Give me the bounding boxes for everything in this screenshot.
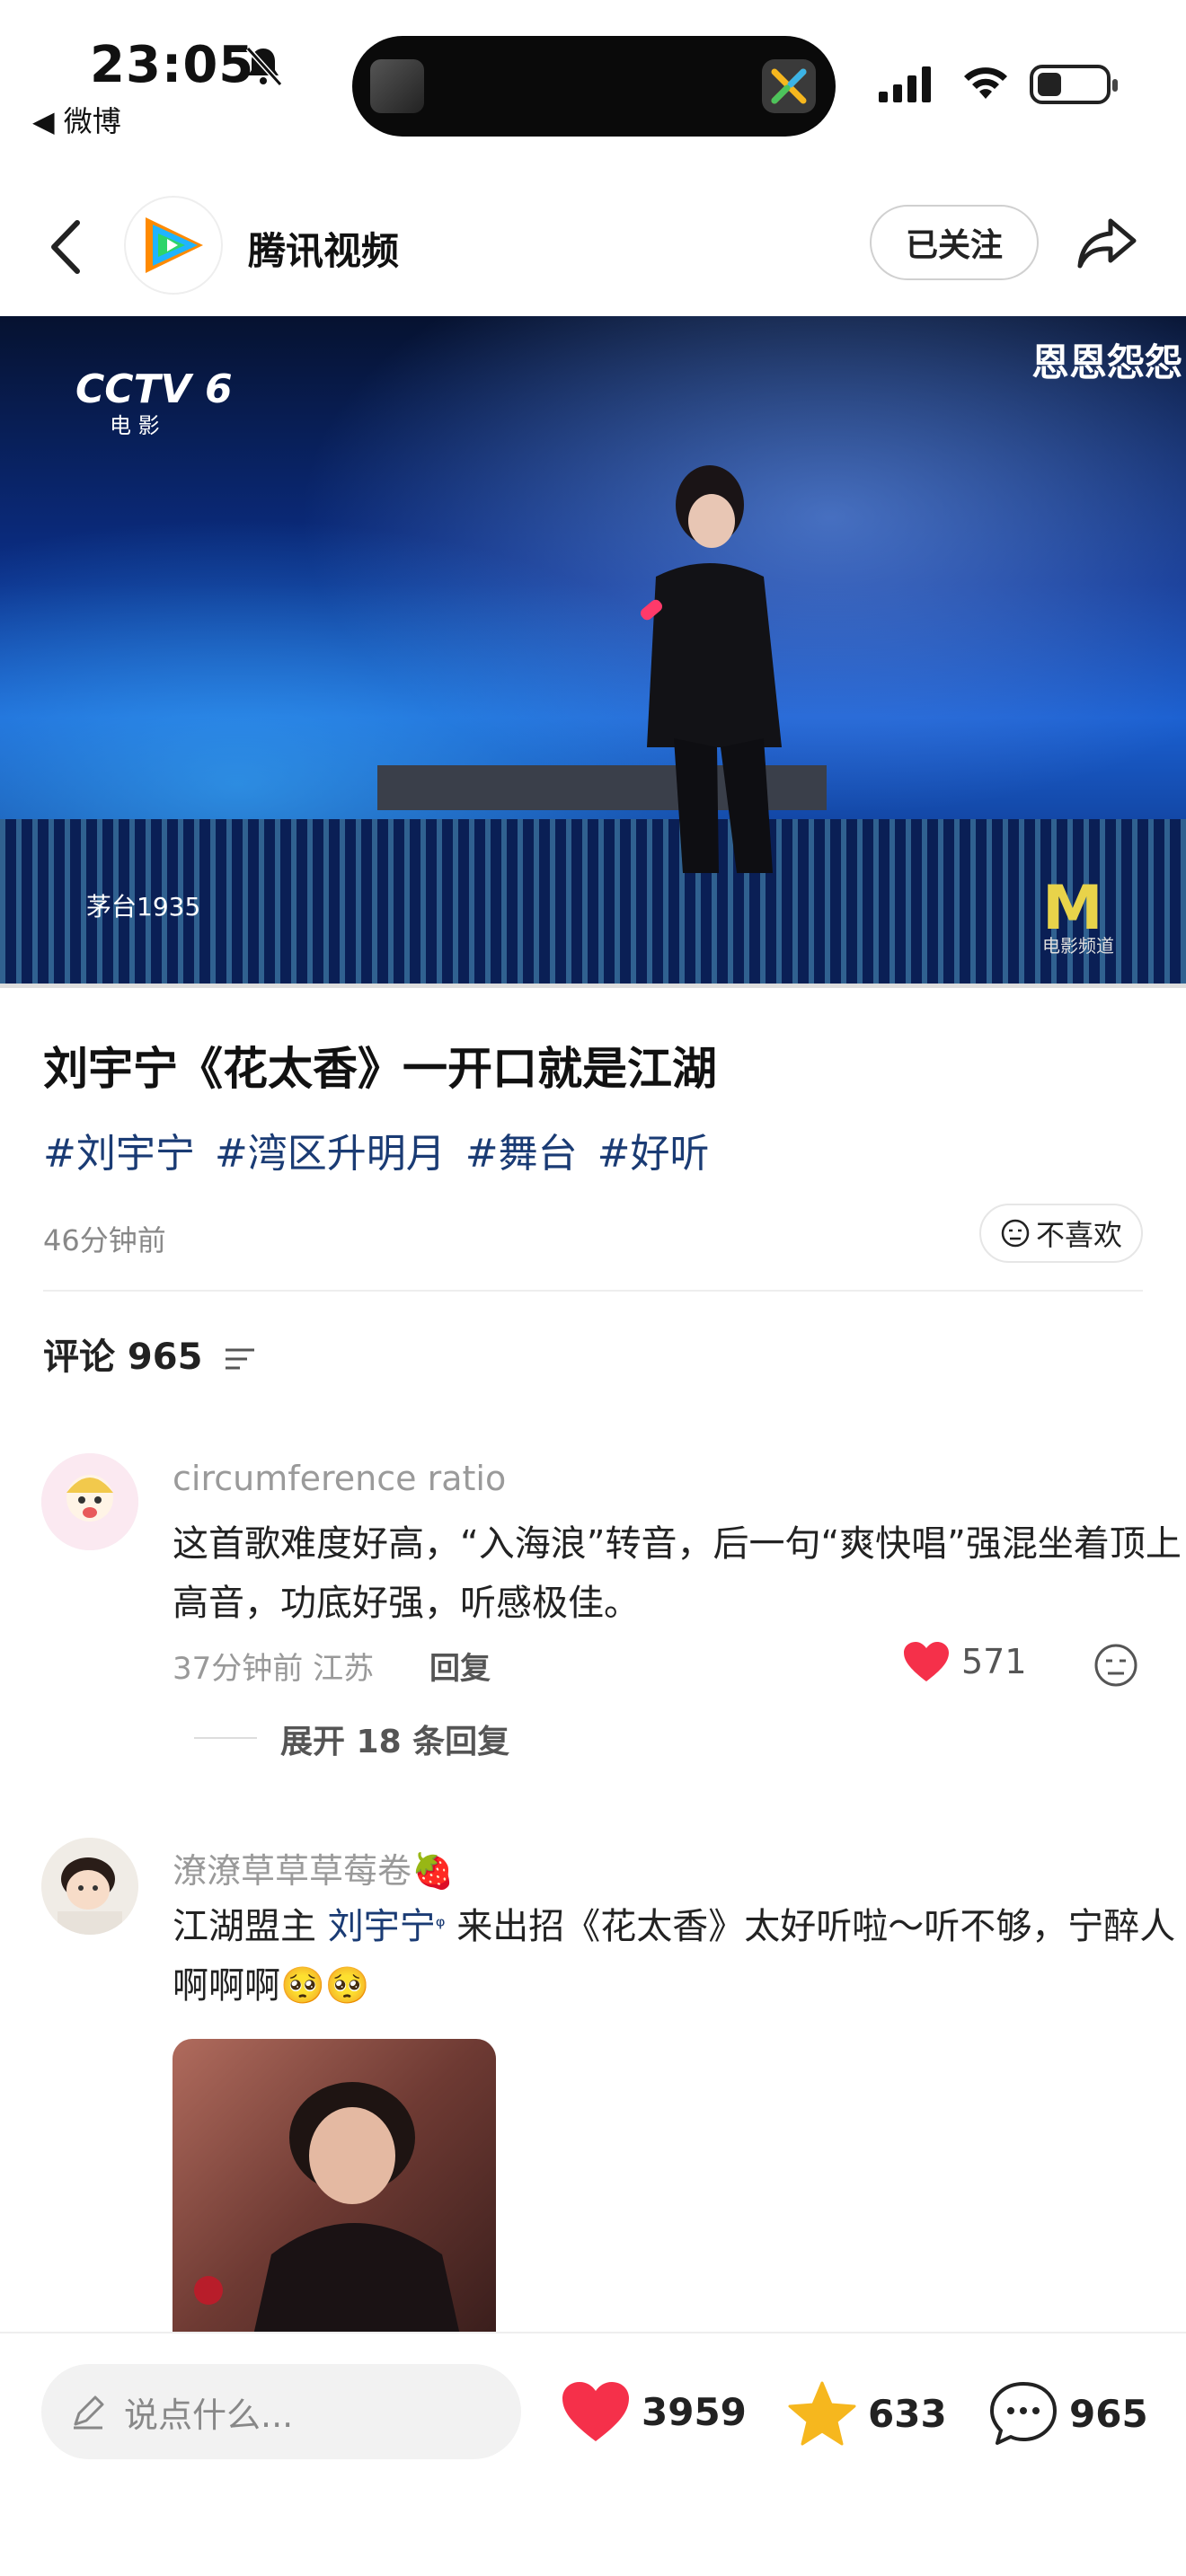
dislike-label: 不喜欢 (1035, 1218, 1122, 1252)
like-count: 571 (961, 1642, 1027, 1681)
hashtag[interactable]: #好听 (597, 1131, 710, 1177)
meh-face-icon[interactable] (1093, 1642, 1139, 1689)
clock: 23:05 (90, 36, 255, 94)
video-player[interactable]: CCTV 6 电 影 恩恩怨怨 茅台1935 M 电影频道 (0, 316, 1186, 985)
search-icon: ᵠ (435, 1913, 446, 1940)
top-nav: 腾讯视频 已关注 (0, 180, 1186, 314)
favorite-button[interactable]: 633 (787, 2380, 947, 2447)
comment-bubble-icon (990, 2382, 1057, 2445)
cellular-signal-icon (879, 66, 931, 102)
sort-icon[interactable] (224, 1345, 256, 1372)
comments-header: 评论 965 (43, 1328, 256, 1380)
like-button[interactable]: 3959 (561, 2380, 747, 2443)
heart-icon (562, 2382, 629, 2441)
comment-image[interactable] (173, 2039, 496, 2335)
divider (43, 1290, 1143, 1292)
hashtag-list: #刘宇宁 #湾区升明月 #舞台 #好听 (43, 1121, 730, 1178)
star-icon (788, 2381, 856, 2446)
tencent-video-logo[interactable] (126, 198, 221, 293)
comment-text: 江湖盟主 刘宇宁ᵠ 来出招《花太香》太好听啦～听不够，宁醉人啊啊啊🥺🥺 (173, 1897, 1186, 2016)
comment-text-part: 江湖盟主 (173, 1906, 316, 1947)
comment-input[interactable]: 说点什么... (41, 2364, 521, 2459)
comment-meta: 37分钟前 江苏 (173, 1651, 375, 1687)
heart-icon (904, 1642, 949, 1681)
status-bar: 23:05 ◀ 微博 (0, 0, 1186, 153)
dynamic-island[interactable] (352, 36, 836, 137)
mute-bell-icon (245, 46, 283, 87)
comment-text: 这首歌难度好高，“入海浪”转音，后一句“爽快唱”强混坐着顶上高音，功底好强，听感… (173, 1523, 1182, 1624)
hashtag[interactable]: #舞台 (465, 1131, 578, 1177)
singer-figure (640, 465, 782, 873)
reply-button[interactable]: 回复 (429, 1644, 491, 1688)
pencil-icon (74, 2395, 104, 2430)
post-title: 刘宇宁《花太香》一开口就是江湖 (43, 1043, 717, 1095)
favorite-count: 633 (868, 2391, 947, 2436)
movie-channel-sub: 电影频道 (1042, 935, 1114, 957)
mention-link[interactable]: 刘宇宁 (328, 1906, 436, 1947)
comment-placeholder: 说点什么... (124, 2395, 294, 2435)
back-chevron-icon[interactable] (45, 216, 90, 278)
sponsor-logo: 茅台1935 (86, 892, 201, 922)
video-caption: 恩恩怨怨 (1031, 340, 1182, 384)
wifi-icon (964, 67, 1007, 99)
post-time: 46分钟前 (43, 1223, 166, 1257)
comment-text-part: 来出招《花太香》太好听啦～听不够，宁醉人啊啊啊🥺🥺 (173, 1906, 1176, 2007)
cctv-sub: 电 影 (110, 413, 160, 438)
video-progress-bar[interactable] (0, 984, 1186, 988)
share-icon[interactable] (1075, 216, 1139, 273)
expand-divider (194, 1737, 257, 1739)
follow-button[interactable]: 已关注 (870, 205, 1039, 280)
comment-username[interactable]: circumference ratio (173, 1459, 506, 1498)
like-count: 3959 (642, 2389, 747, 2434)
comment-count: 965 (1069, 2391, 1148, 2436)
comment-button[interactable]: 965 (988, 2380, 1148, 2447)
bottom-action-bar: 说点什么... 3959 633 965 (0, 2332, 1186, 2576)
channel-title[interactable]: 腾讯视频 (248, 221, 399, 276)
comment-username[interactable]: 潦潦草草草莓卷🍓 (173, 1843, 454, 1892)
cctv-logo: CCTV 6 (75, 366, 233, 412)
app-activity-icon (762, 59, 816, 113)
comment-like-button[interactable]: 571 (902, 1640, 1027, 1683)
back-to-app-link[interactable]: ◀ 微博 (32, 99, 121, 140)
avatar[interactable] (41, 1453, 138, 1550)
comments-count: 评论 965 (43, 1337, 203, 1378)
album-art-icon (370, 59, 424, 113)
battery-icon (1030, 65, 1118, 104)
dislike-button[interactable]: 不喜欢 (979, 1204, 1143, 1263)
expand-replies-button[interactable]: 展开 18 条回复 (280, 1716, 509, 1762)
hashtag[interactable]: #湾区升明月 (215, 1131, 446, 1177)
hashtag[interactable]: #刘宇宁 (43, 1131, 195, 1177)
avatar[interactable] (41, 1838, 138, 1935)
meh-face-icon (1001, 1219, 1030, 1248)
